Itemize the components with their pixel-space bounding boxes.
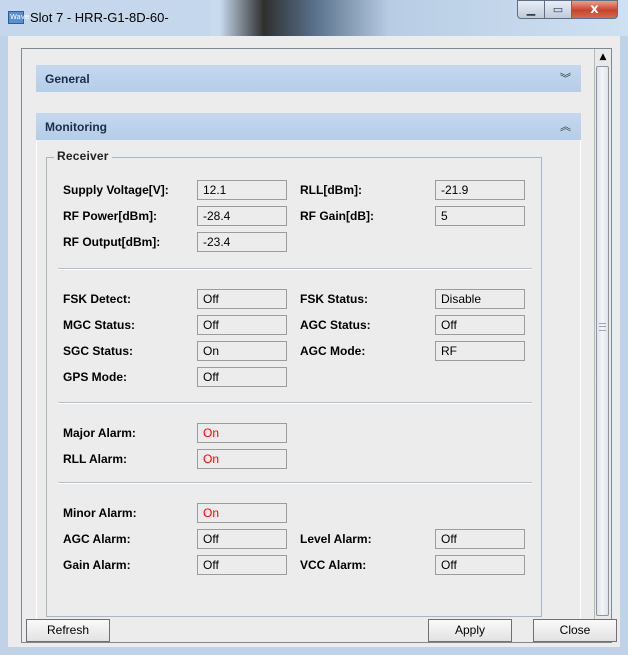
fsk-detect-label: FSK Detect: (63, 292, 132, 306)
gps-mode-label: GPS Mode: (63, 370, 128, 384)
window-client: General ︾ Monitoring ︽ Receiver Supply V… (8, 36, 620, 647)
scroll-pane: General ︾ Monitoring ︽ Receiver Supply V… (21, 48, 612, 643)
rf-power-label: RF Power[dBm]: (63, 209, 157, 223)
fsk-status-label: FSK Status: (300, 292, 369, 306)
rll-alarm-value: On (197, 449, 287, 469)
window-title: Slot 7 - HRR-G1-8D-60- (30, 10, 169, 25)
window-titlebar: Wave Slot 7 - HRR-G1-8D-60- ▁ ▭ x (0, 0, 628, 36)
rll-label: RLL[dBm]: (300, 183, 362, 197)
separator (58, 402, 532, 404)
supply-voltage-label: Supply Voltage[V]: (63, 183, 169, 197)
supply-voltage-value: 12.1 (197, 180, 287, 200)
rf-output-label: RF Output[dBm]: (63, 235, 161, 249)
monitoring-panel-header[interactable]: Monitoring ︽ (36, 113, 581, 140)
scroll-content: General ︾ Monitoring ︽ Receiver Supply V… (22, 49, 595, 642)
mgc-status-value: Off (197, 315, 287, 335)
monitoring-panel-title: Monitoring (45, 120, 107, 134)
close-button[interactable]: Close (533, 619, 617, 642)
vcc-alarm-label: VCC Alarm: (300, 558, 367, 572)
sgc-status-label: SGC Status: (63, 344, 134, 358)
gps-mode-value: Off (197, 367, 287, 387)
separator (58, 482, 532, 484)
app-icon-text: Wave (10, 13, 30, 21)
grip-icon (599, 323, 606, 331)
receiver-legend: Receiver (54, 149, 112, 163)
general-panel-header[interactable]: General ︾ (36, 65, 581, 92)
sgc-status-value: On (197, 341, 287, 361)
agc-alarm-label: AGC Alarm: (63, 532, 131, 546)
window-controls: ▁ ▭ x (517, 0, 618, 19)
major-alarm-label: Major Alarm: (63, 426, 136, 440)
general-panel-title: General (45, 72, 90, 86)
refresh-button[interactable]: Refresh (26, 619, 110, 642)
maximize-icon[interactable]: ▭ (545, 0, 572, 19)
minor-alarm-label: Minor Alarm: (63, 506, 137, 520)
agc-alarm-value: Off (197, 529, 287, 549)
gain-alarm-value: Off (197, 555, 287, 575)
level-alarm-label: Level Alarm: (300, 532, 372, 546)
minimize-icon[interactable]: ▁ (517, 0, 545, 19)
vertical-scrollbar[interactable]: ▲ ▼ (594, 49, 611, 642)
major-alarm-value: On (197, 423, 287, 443)
agc-mode-value: RF (435, 341, 525, 361)
agc-status-value: Off (435, 315, 525, 335)
window-frame: General ︾ Monitoring ︽ Receiver Supply V… (0, 36, 628, 655)
rf-gain-label: RF Gain[dB]: (300, 209, 374, 223)
vcc-alarm-value: Off (435, 555, 525, 575)
agc-mode-label: AGC Mode: (300, 344, 366, 358)
scrollbar-thumb[interactable] (596, 66, 609, 616)
apply-button[interactable]: Apply (428, 619, 512, 642)
close-icon[interactable]: x (572, 0, 618, 19)
fsk-detect-value: Off (197, 289, 287, 309)
expand-chevron-icon[interactable]: ︾ (560, 70, 571, 86)
level-alarm-value: Off (435, 529, 525, 549)
scroll-up-icon[interactable]: ▲ (595, 49, 611, 65)
rf-output-value: -23.4 (197, 232, 287, 252)
mgc-status-label: MGC Status: (63, 318, 135, 332)
gain-alarm-label: Gain Alarm: (63, 558, 131, 572)
rf-power-value: -28.4 (197, 206, 287, 226)
rll-value: -21.9 (435, 180, 525, 200)
collapse-chevron-icon[interactable]: ︽ (560, 118, 571, 134)
app-icon: Wave (8, 11, 29, 24)
rll-alarm-label: RLL Alarm: (63, 452, 128, 466)
agc-status-label: AGC Status: (300, 318, 371, 332)
fsk-status-value: Disable (435, 289, 525, 309)
rf-gain-value: 5 (435, 206, 525, 226)
separator (58, 268, 532, 270)
minor-alarm-value: On (197, 503, 287, 523)
